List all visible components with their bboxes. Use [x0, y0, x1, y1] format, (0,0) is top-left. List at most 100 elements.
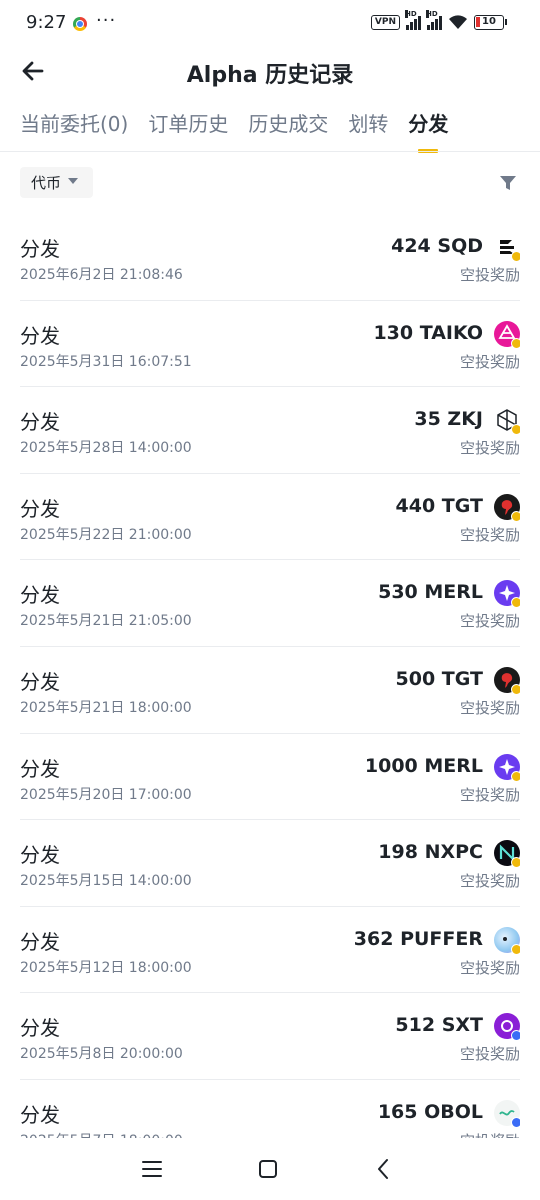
record-label: 空投奖励 [459, 958, 520, 977]
list-item[interactable]: 分发 2025年5月8日 20:00:00 512 SXT 空投奖励 [20, 993, 520, 1080]
list-item[interactable]: 分发 2025年5月12日 18:00:00 362 PUFFER 空投奖励 [20, 907, 520, 994]
record-label: 空投奖励 [459, 439, 520, 458]
list-item[interactable]: 分发 2025年5月15日 14:00:00 198 NXPC 空投奖励 [20, 820, 520, 907]
list-item[interactable]: 分发 2025年5月21日 18:00:00 500 TGT 空投奖励 [20, 647, 520, 734]
record-date: 2025年5月15日 14:00:00 [20, 873, 192, 890]
record-amount: 130 TAIKO [373, 321, 483, 344]
record-type: 分发 [20, 410, 60, 435]
record-label: 空投奖励 [459, 872, 520, 891]
record-date: 2025年5月28日 14:00:00 [20, 440, 192, 457]
list-item[interactable]: 分发 2025年5月20日 17:00:00 1000 MERL 空投奖励 [20, 734, 520, 821]
coin-filter-dropdown[interactable]: 代币 [20, 167, 93, 198]
record-amount: 440 TGT [395, 494, 483, 517]
status-time: 9:27 [26, 12, 67, 33]
record-date: 2025年5月31日 16:07:51 [20, 353, 192, 370]
record-label: 空投奖励 [459, 525, 520, 544]
tgt-token-icon [494, 666, 520, 695]
record-date: 2025年5月7日 18:00:00 [20, 1130, 183, 1138]
home-square-icon[interactable] [253, 1154, 283, 1184]
tab-open-orders[interactable]: 当前委托(0) [20, 104, 128, 152]
signal-icon-2: HD [426, 10, 442, 30]
menu-icon[interactable] [137, 1154, 167, 1184]
coin-badge [511, 597, 520, 609]
sxt-token-icon [494, 1013, 520, 1042]
record-date: 2025年5月20日 17:00:00 [20, 786, 192, 803]
page-title: Alpha 历史记录 [186, 63, 354, 88]
record-date: 2025年6月2日 21:08:46 [20, 267, 183, 283]
list-item[interactable]: 分发 2025年5月28日 14:00:00 35 ZKJ 空投奖励 [20, 387, 520, 474]
record-date: 2025年5月12日 18:00:00 [20, 959, 192, 976]
tab-distribution[interactable]: 分发 [408, 104, 448, 153]
coin-badge [511, 251, 520, 262]
status-icons: VPN HD HD 10 [370, 10, 507, 30]
chrome-icon [73, 17, 87, 31]
header: Alpha 历史记录 [0, 46, 540, 96]
tab-bar: 当前委托(0) 订单历史 历史成交 划转 分发 [20, 104, 540, 153]
caret-down-icon [68, 178, 79, 184]
tab-trade-history[interactable]: 历史成交 [248, 104, 328, 152]
record-date: 2025年5月21日 18:00:00 [20, 699, 192, 716]
record-type: 分发 [20, 929, 60, 954]
coin-badge [511, 943, 520, 955]
record-label: 空投奖励 [459, 698, 520, 717]
filter-funnel-icon[interactable] [498, 173, 518, 193]
signal-icon: HD [405, 10, 421, 30]
sqd-token-icon [494, 234, 520, 262]
record-type: 分发 [20, 1016, 60, 1041]
record-type: 分发 [20, 237, 60, 261]
puffer-token-icon [494, 926, 520, 955]
record-date: 2025年5月21日 21:05:00 [20, 613, 192, 630]
wifi-icon [449, 15, 467, 29]
tab-order-history[interactable]: 订单历史 [148, 104, 228, 152]
record-type: 分发 [20, 496, 60, 521]
coin-badge [511, 1030, 520, 1042]
list-item[interactable]: 分发 2025年5月21日 21:05:00 530 MERL 空投奖励 [20, 560, 520, 647]
coin-badge [511, 1116, 520, 1128]
record-amount: 198 NXPC [378, 841, 483, 864]
coin-badge [511, 770, 520, 782]
record-amount: 1000 MERL [364, 754, 483, 777]
list-item[interactable]: 分发 2025年6月2日 21:08:46 424 SQD 空投奖励 [20, 214, 520, 301]
merl-token-icon [494, 580, 520, 609]
divider [0, 151, 540, 152]
record-amount: 424 SQD [391, 235, 483, 257]
record-amount: 35 ZKJ [414, 408, 483, 431]
back-chevron-icon[interactable] [369, 1154, 399, 1184]
record-label: 空投奖励 [460, 1130, 520, 1138]
battery-icon: 10 [474, 14, 507, 30]
list-item[interactable]: 分发 2025年5月22日 21:00:00 440 TGT 空投奖励 [20, 474, 520, 561]
nxpc-token-icon [494, 840, 520, 869]
record-type: 分发 [20, 583, 60, 608]
more-notifications-icon: ··· [96, 10, 117, 31]
record-label: 空投奖励 [459, 352, 520, 371]
record-type: 分发 [20, 669, 60, 694]
record-amount: 530 MERL [378, 581, 483, 604]
hd-label-2: HD [426, 10, 438, 18]
record-amount: 165 OBOL [377, 1100, 483, 1123]
record-label: 空投奖励 [459, 785, 520, 804]
record-type: 分发 [20, 843, 60, 868]
list-item[interactable]: 分发 2025年5月31日 16:07:51 130 TAIKO 空投奖励 [20, 301, 520, 388]
record-amount: 500 TGT [395, 667, 483, 690]
record-date: 2025年5月22日 21:00:00 [20, 526, 192, 543]
zkj-token-icon [494, 407, 520, 436]
record-label: 空投奖励 [459, 1045, 520, 1064]
merl-token-icon [494, 753, 520, 782]
coin-badge [511, 337, 520, 349]
record-amount: 512 SXT [395, 1014, 483, 1037]
coin-badge [511, 510, 520, 522]
tab-transfer[interactable]: 划转 [348, 104, 388, 152]
record-label: 空投奖励 [459, 612, 520, 631]
record-type: 分发 [20, 323, 60, 348]
record-amount: 362 PUFFER [353, 927, 483, 950]
vpn-icon: VPN [370, 14, 400, 30]
record-type: 分发 [20, 1102, 60, 1127]
system-nav-bar [0, 1138, 540, 1200]
distribution-list: 分发 2025年6月2日 21:08:46 424 SQD 空投奖励 分发 20… [20, 214, 520, 1138]
record-type: 分发 [20, 756, 60, 781]
coin-badge [511, 857, 520, 869]
coin-filter-label: 代币 [31, 174, 62, 192]
tgt-token-icon [494, 493, 520, 522]
list-item[interactable]: 分发 2025年5月7日 18:00:00 165 OBOL 空投奖励 [20, 1080, 520, 1138]
coin-badge [511, 424, 520, 436]
